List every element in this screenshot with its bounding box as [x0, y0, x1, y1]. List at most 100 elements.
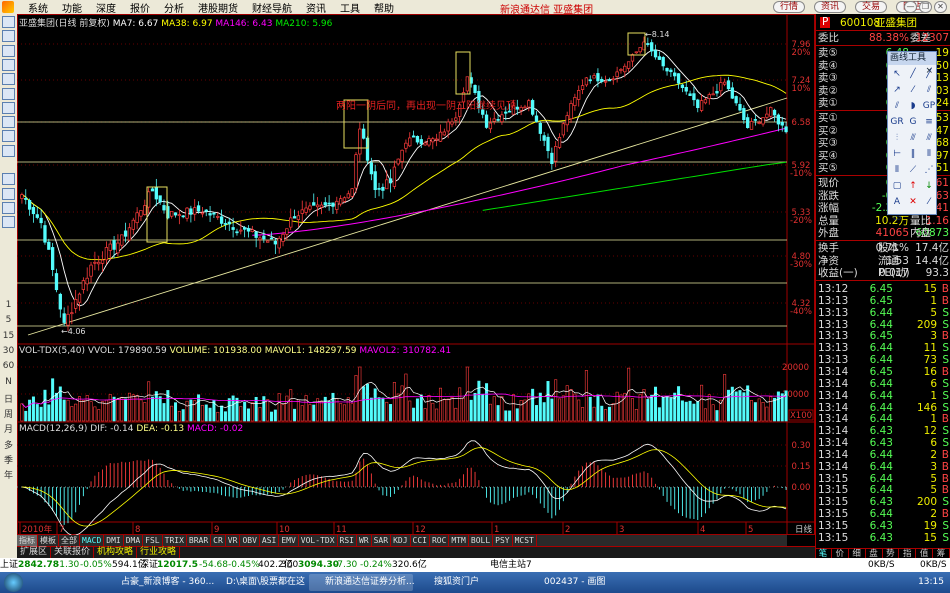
- top-button[interactable]: 交易: [855, 1, 888, 13]
- toolbar-tool-icon[interactable]: [2, 16, 15, 28]
- indicator-tab[interactable]: CR: [211, 535, 226, 546]
- toolbar-tool-icon[interactable]: [2, 144, 15, 157]
- taskbar-item[interactable]: 新浪通达信证券分析...: [309, 574, 415, 591]
- period-button[interactable]: 60: [0, 361, 17, 371]
- restore-button[interactable]: ❐: [919, 1, 932, 13]
- draw-tool-icon[interactable]: ⟋: [906, 164, 920, 177]
- top-button[interactable]: 行情: [773, 1, 806, 13]
- menu-item[interactable]: 深度: [96, 0, 116, 15]
- draw-tool-icon[interactable]: ✕: [906, 196, 920, 209]
- toolbar-tool-icon[interactable]: [2, 116, 15, 129]
- menu-item[interactable]: 工具: [340, 0, 360, 15]
- draw-tool-icon[interactable]: ↗: [890, 84, 904, 97]
- indicator-tab[interactable]: VR: [226, 535, 241, 546]
- draw-tool-icon[interactable]: ⊢: [890, 148, 904, 161]
- period-button[interactable]: 15: [0, 331, 17, 341]
- toolbar-tool-icon[interactable]: [2, 73, 15, 86]
- draw-tool-icon[interactable]: ↑: [906, 180, 920, 193]
- toolbar-tool-icon[interactable]: [2, 101, 15, 114]
- menu-item[interactable]: 港股期货: [198, 0, 238, 15]
- start-button[interactable]: [4, 573, 23, 592]
- menu-item[interactable]: 资讯: [306, 0, 326, 15]
- draw-tool-icon[interactable]: ◗: [906, 100, 920, 113]
- indicator-tab[interactable]: MCST: [513, 535, 537, 546]
- draw-tool-icon[interactable]: ⫶: [890, 132, 904, 145]
- chart-area[interactable]: 7.9620%7.2410%6.585.92-10%5.33-20%4.80-3…: [17, 14, 815, 535]
- draw-tool-icon[interactable]: ▢: [890, 180, 904, 193]
- quote-tab[interactable]: 势: [883, 549, 900, 559]
- indicator-tab[interactable]: SAR: [372, 535, 392, 546]
- draw-tool-icon[interactable]: GR: [890, 116, 904, 129]
- close-button[interactable]: ✕: [934, 1, 947, 13]
- indicator-tab[interactable]: OBV: [240, 535, 260, 546]
- period-button[interactable]: 日: [0, 392, 17, 405]
- period-button[interactable]: 30: [0, 346, 17, 356]
- indicator-tab[interactable]: TRIX: [163, 535, 187, 546]
- indicator-tab[interactable]: VOL-TDX: [299, 535, 338, 546]
- draw-tool-icon[interactable]: ⦀: [890, 164, 904, 177]
- menu-item[interactable]: 财经导航: [252, 0, 292, 15]
- period-button[interactable]: 月: [0, 422, 17, 435]
- indicator-tab[interactable]: WR: [357, 535, 372, 546]
- draw-tool-icon[interactable]: ⫻: [922, 132, 936, 145]
- toolbar-tool-icon[interactable]: [2, 130, 15, 143]
- draw-tool-icon[interactable]: ≡: [922, 116, 936, 129]
- period-button[interactable]: 周: [0, 407, 17, 420]
- indicator-tab[interactable]: 指标: [17, 535, 38, 546]
- extension-tab[interactable]: 行业攻略: [137, 547, 181, 558]
- period-button[interactable]: 年: [0, 468, 17, 481]
- draw-tool-icon[interactable]: ▭: [890, 212, 904, 225]
- period-button[interactable]: 季: [0, 453, 17, 466]
- toolbar-tool-icon[interactable]: [2, 187, 15, 200]
- menu-item[interactable]: 功能: [62, 0, 82, 15]
- indicator-tab[interactable]: FSL: [143, 535, 163, 546]
- menu-item[interactable]: 帮助: [374, 0, 394, 15]
- taskbar-item[interactable]: 搜狐资门户: [418, 574, 488, 591]
- top-button[interactable]: 资讯: [814, 1, 847, 13]
- taskbar-item[interactable]: 002437 - 画图: [528, 574, 618, 591]
- draw-tool-icon[interactable]: ⫽: [890, 100, 904, 113]
- toolbar-tool-icon[interactable]: [2, 216, 15, 229]
- draw-tool-icon[interactable]: GP: [922, 100, 936, 113]
- indicator-tab[interactable]: CCI: [411, 535, 430, 546]
- draw-tool-icon[interactable]: ╱: [922, 68, 936, 81]
- draw-tool-titlebar[interactable]: 画线工具 ×: [888, 52, 936, 76]
- draw-tool-icon[interactable]: ⁄: [906, 84, 920, 97]
- menu-item[interactable]: 分析: [164, 0, 184, 15]
- indicator-tab[interactable]: DMA: [124, 535, 144, 546]
- quote-tab[interactable]: 笔: [815, 549, 832, 559]
- toolbar-tool-icon[interactable]: [2, 58, 15, 71]
- indicator-tab[interactable]: BRAR: [187, 535, 212, 546]
- quote-tab[interactable]: 细: [849, 549, 866, 559]
- draw-tool-icon[interactable]: ╱: [906, 68, 920, 81]
- draw-tool-icon[interactable]: ⫽: [922, 84, 936, 97]
- toolbar-tool-icon[interactable]: [2, 30, 15, 43]
- menu-item[interactable]: 系统: [28, 0, 48, 15]
- period-button[interactable]: N: [0, 377, 17, 387]
- taskbar-item[interactable]: D:\桌面\股票都在这: [210, 574, 310, 591]
- taskbar-item[interactable]: 占豪_新浪博客 - 360...: [105, 574, 214, 591]
- extension-tab[interactable]: 扩展区: [17, 547, 52, 558]
- extension-tab[interactable]: 机构攻略: [94, 547, 138, 558]
- indicator-tab[interactable]: ASI: [260, 535, 280, 546]
- period-button[interactable]: 多: [0, 438, 17, 451]
- menu-item[interactable]: 报价: [130, 0, 150, 15]
- quote-tab[interactable]: 指: [899, 549, 917, 559]
- draw-tool-icon[interactable]: G: [906, 116, 920, 129]
- indicator-tab[interactable]: MTM: [449, 535, 469, 546]
- draw-tool-icon[interactable]: ⫻: [906, 132, 920, 145]
- indicator-tab[interactable]: DMI: [104, 535, 124, 546]
- draw-tool-icon[interactable]: ⁄: [922, 196, 936, 209]
- draw-tool-dialog[interactable]: 画线工具 × ↖ ╱ ╱ ↗ ⁄ ⫽ ⫽ ◗ GP GR G ≡ ⫶ ⫻ ⫻ ⊢ ‖ ⦀ ⦀ ⟋ ⋰ ▢ ↑ ↓ A ✕ ⁄ ▭: [887, 51, 937, 223]
- draw-tool-icon[interactable]: ⦀: [922, 148, 936, 161]
- indicator-tab[interactable]: KDJ: [391, 535, 411, 546]
- draw-tool-icon[interactable]: ↓: [922, 180, 936, 193]
- indicator-tab[interactable]: 全部: [59, 535, 80, 546]
- toolbar-tool-icon[interactable]: [2, 87, 15, 100]
- quote-tab[interactable]: 值: [916, 549, 934, 559]
- toolbar-tool-icon[interactable]: [2, 44, 15, 57]
- draw-tool-icon[interactable]: ‖: [906, 148, 920, 161]
- draw-tool-icon[interactable]: A: [890, 196, 904, 209]
- indicator-tab[interactable]: ROC: [430, 535, 450, 546]
- indicator-tab[interactable]: MACD: [80, 535, 105, 546]
